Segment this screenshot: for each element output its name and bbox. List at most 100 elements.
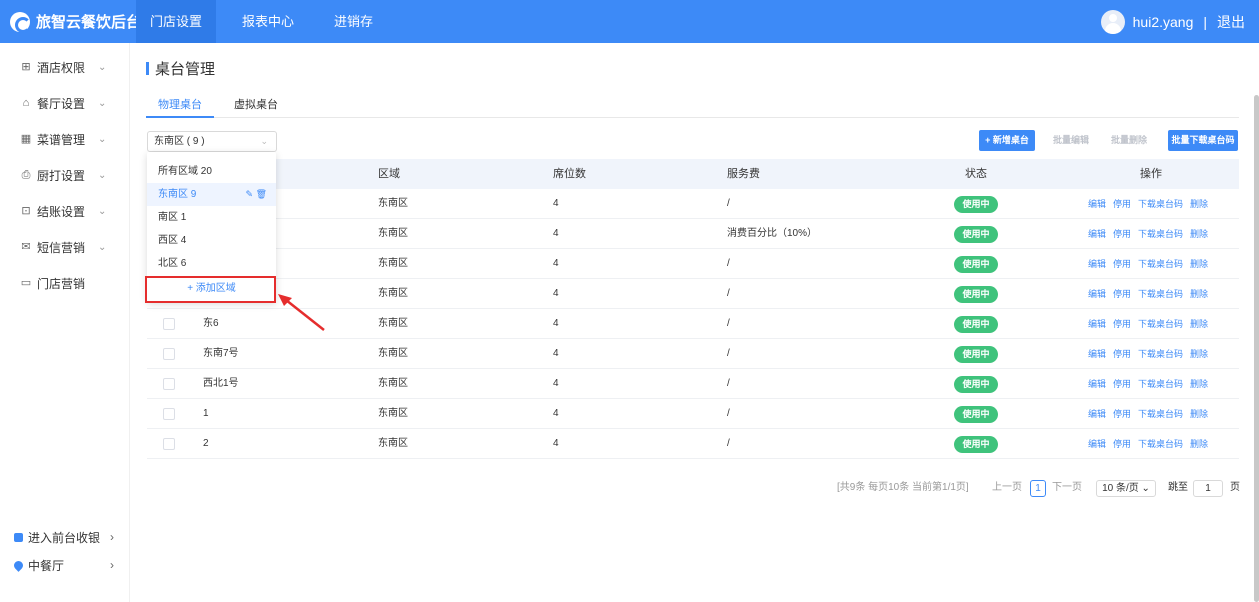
sidebar-item-sms-marketing[interactable]: ✉ 短信营销 ⌄ xyxy=(0,229,130,265)
download-qr-link[interactable]: 下载桌台码 xyxy=(1138,439,1183,449)
restaurant-name: 中餐厅 xyxy=(28,558,65,573)
disable-link[interactable]: 停用 xyxy=(1113,229,1131,239)
trash-icon[interactable]: 🗑 xyxy=(256,189,267,199)
chevron-down-icon: ⌄ xyxy=(98,169,107,181)
delete-link[interactable]: 删除 xyxy=(1190,409,1208,419)
delete-link[interactable]: 删除 xyxy=(1190,199,1208,209)
delete-link[interactable]: 删除 xyxy=(1190,349,1208,359)
location-pin-icon xyxy=(12,558,25,572)
download-qr-link[interactable]: 下载桌台码 xyxy=(1138,379,1183,389)
download-qr-link[interactable]: 下载桌台码 xyxy=(1138,289,1183,299)
delete-link[interactable]: 删除 xyxy=(1190,259,1208,269)
download-qr-link[interactable]: 下载桌台码 xyxy=(1138,409,1183,419)
area-option-north[interactable]: 北区 6 xyxy=(147,252,276,275)
download-qr-link[interactable]: 下载桌台码 xyxy=(1138,319,1183,329)
edit-icon[interactable]: ✎ xyxy=(246,189,254,199)
status-badge: 使用中 xyxy=(954,226,998,243)
disable-link[interactable]: 停用 xyxy=(1113,199,1131,209)
download-qr-link[interactable]: 下载桌台码 xyxy=(1138,199,1183,209)
delete-link[interactable]: 删除 xyxy=(1190,319,1208,329)
mail-icon: ✉ xyxy=(21,241,31,253)
pagination-summary: [共9条 每页10条 当前第1/1页] xyxy=(837,482,969,493)
area-option-south[interactable]: 南区 1 xyxy=(147,206,276,229)
disable-link[interactable]: 停用 xyxy=(1113,379,1131,389)
restaurant-switcher[interactable]: 中餐厅 › xyxy=(0,551,130,579)
row-checkbox[interactable] xyxy=(163,318,175,330)
store-icon: ▭ xyxy=(20,277,32,289)
area-option-southeast[interactable]: 东南区 9 ✎ 🗑 xyxy=(147,183,276,206)
add-table-button[interactable]: + 新增桌台 xyxy=(979,130,1035,151)
delete-link[interactable]: 删除 xyxy=(1190,289,1208,299)
row-checkbox[interactable] xyxy=(163,348,175,360)
logout-link[interactable]: 退出 xyxy=(1217,12,1245,32)
enter-cashier-label: 进入前台收银 xyxy=(28,530,101,545)
disable-link[interactable]: 停用 xyxy=(1113,349,1131,359)
column-header-actions: 操作 xyxy=(1140,168,1162,180)
row-checkbox[interactable] xyxy=(163,438,175,450)
username[interactable]: hui2.yang xyxy=(1133,14,1194,30)
download-qr-link[interactable]: 下载桌台码 xyxy=(1138,349,1183,359)
disable-link[interactable]: 停用 xyxy=(1113,289,1131,299)
batch-edit-button[interactable]: 批量编辑 xyxy=(1046,130,1096,151)
cashier-icon xyxy=(14,532,23,542)
edit-link[interactable]: 编辑 xyxy=(1088,439,1106,449)
edit-link[interactable]: 编辑 xyxy=(1088,319,1106,329)
seats-cell: 4 xyxy=(553,348,559,359)
batch-download-button[interactable]: 批量下载桌台码 xyxy=(1168,130,1238,151)
page-1-button[interactable]: 1 xyxy=(1030,480,1046,497)
sidebar-item-kitchen-print[interactable]: ⎙ 厨打设置 ⌄ xyxy=(0,157,130,193)
table-header: 区域 席位数 服务费 状态 操作 xyxy=(147,159,1239,189)
sidebar-item-menu-management[interactable]: ▦ 菜谱管理 ⌄ xyxy=(0,121,130,157)
row-checkbox[interactable] xyxy=(163,408,175,420)
prev-page-button[interactable]: 上一页 xyxy=(992,478,1022,498)
row-checkbox[interactable] xyxy=(163,378,175,390)
tab-virtual-tables[interactable]: 虚拟桌台 xyxy=(222,96,290,118)
next-page-button[interactable]: 下一页 xyxy=(1052,478,1082,498)
sidebar-item-hotel-permission[interactable]: ⊞ 酒店权限 ⌄ xyxy=(0,49,130,85)
page-size-select[interactable]: 10 条/页 ⌄ xyxy=(1096,480,1156,497)
sidebar-item-label: 门店营销 xyxy=(37,276,86,291)
sidebar-item-store-marketing[interactable]: ▭ 门店营销 xyxy=(0,265,130,301)
batch-delete-button[interactable]: 批量删除 xyxy=(1104,130,1154,151)
disable-link[interactable]: 停用 xyxy=(1113,259,1131,269)
service-fee-cell: / xyxy=(727,438,730,449)
download-qr-link[interactable]: 下载桌台码 xyxy=(1138,259,1183,269)
page-scrollbar[interactable] xyxy=(1254,95,1259,602)
disable-link[interactable]: 停用 xyxy=(1113,439,1131,449)
sidebar-item-label: 结账设置 xyxy=(37,204,86,219)
tab-physical-tables[interactable]: 物理桌台 xyxy=(146,96,214,118)
area-option-all[interactable]: 所有区域 20 xyxy=(147,160,276,183)
edit-link[interactable]: 编辑 xyxy=(1088,259,1106,269)
delete-link[interactable]: 删除 xyxy=(1190,229,1208,239)
nav-report-center[interactable]: 报表中心 xyxy=(228,0,308,43)
nav-inventory[interactable]: 进销存 xyxy=(320,0,387,43)
status-badge: 使用中 xyxy=(954,406,998,423)
chevron-down-icon: ⌄ xyxy=(1141,483,1150,494)
enter-cashier-link[interactable]: 进入前台收银 › xyxy=(0,523,130,551)
delete-link[interactable]: 删除 xyxy=(1190,439,1208,449)
chevron-down-icon: ⌄ xyxy=(98,133,107,145)
delete-link[interactable]: 删除 xyxy=(1190,379,1208,389)
area-select[interactable]: 东南区 ( 9 ) ⌄ xyxy=(147,131,277,152)
chevron-down-icon: ⌄ xyxy=(260,136,268,146)
sidebar: ⊞ 酒店权限 ⌄ ⌂ 餐厅设置 ⌄ ▦ 菜谱管理 ⌄ ⎙ 厨打设置 ⌄ ⊡ 结账… xyxy=(0,43,130,602)
area-option-west[interactable]: 西区 4 xyxy=(147,229,276,252)
edit-link[interactable]: 编辑 xyxy=(1088,229,1106,239)
sidebar-item-checkout-settings[interactable]: ⊡ 结账设置 ⌄ xyxy=(0,193,130,229)
edit-link[interactable]: 编辑 xyxy=(1088,379,1106,389)
table-name-cell: 东南7号 xyxy=(203,348,239,359)
edit-link[interactable]: 编辑 xyxy=(1088,289,1106,299)
disable-link[interactable]: 停用 xyxy=(1113,319,1131,329)
avatar[interactable] xyxy=(1100,9,1125,34)
download-qr-link[interactable]: 下载桌台码 xyxy=(1138,229,1183,239)
column-header-service-fee: 服务费 xyxy=(727,168,760,180)
sidebar-item-restaurant-settings[interactable]: ⌂ 餐厅设置 ⌄ xyxy=(0,85,130,121)
goto-page-input[interactable]: 1 xyxy=(1193,480,1223,497)
edit-link[interactable]: 编辑 xyxy=(1088,409,1106,419)
edit-link[interactable]: 编辑 xyxy=(1088,199,1106,209)
goto-label: 跳至 xyxy=(1168,482,1188,493)
edit-link[interactable]: 编辑 xyxy=(1088,349,1106,359)
disable-link[interactable]: 停用 xyxy=(1113,409,1131,419)
brand-logo[interactable]: 旅智云餐饮后台 xyxy=(10,0,141,43)
nav-store-settings[interactable]: 门店设置 xyxy=(136,0,217,43)
